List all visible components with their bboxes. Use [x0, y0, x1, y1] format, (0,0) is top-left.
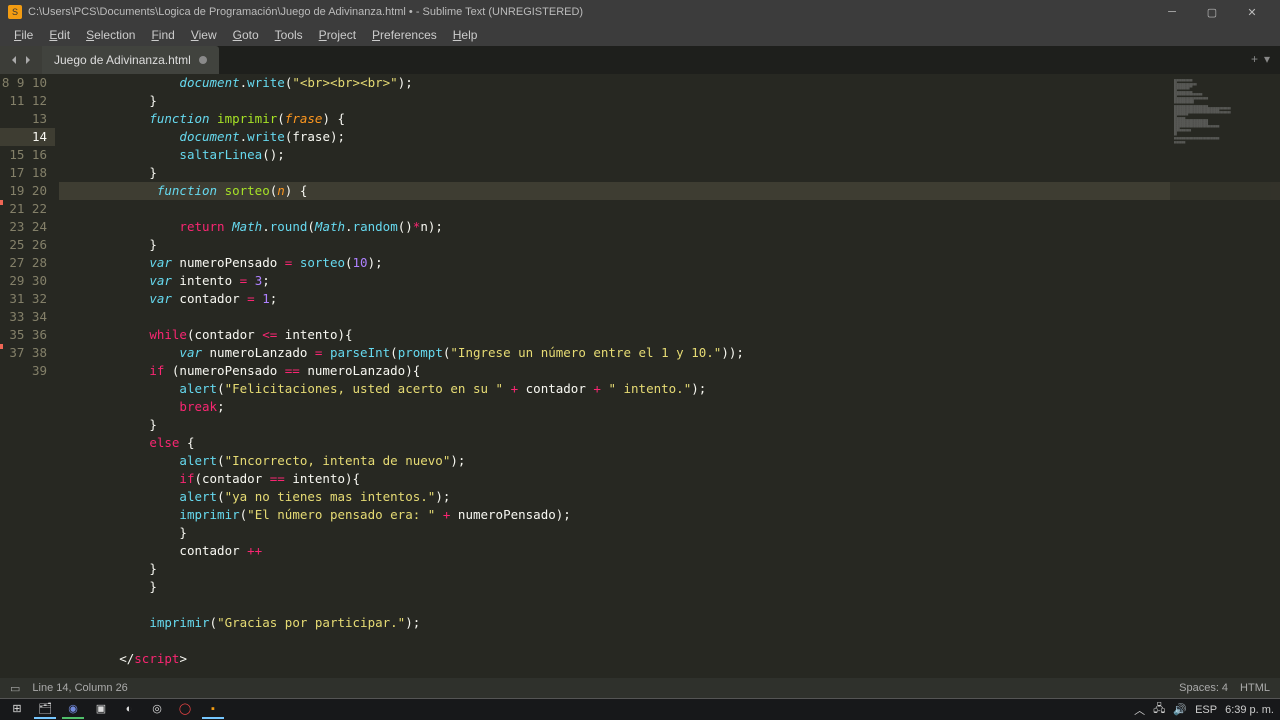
- window-title: C:\Users\PCS\Documents\Logica de Program…: [28, 6, 1152, 18]
- status-bar: ▭ Line 14, Column 26 Spaces: 4 HTML: [0, 678, 1280, 698]
- panel-switcher-icon[interactable]: ▭: [10, 682, 20, 695]
- status-cursor: Line 14, Column 26: [32, 682, 127, 694]
- menu-preferences[interactable]: Preferences: [364, 26, 445, 44]
- new-tab-button[interactable]: +: [1251, 52, 1258, 66]
- menu-file[interactable]: File: [6, 26, 41, 44]
- tray-chevron-icon[interactable]: ︿: [1134, 702, 1145, 718]
- maximize-button[interactable]: ▢: [1192, 1, 1232, 23]
- lint-marker-icon: [0, 344, 3, 349]
- task-app1[interactable]: ▣: [90, 701, 112, 719]
- lint-marker-icon: [0, 200, 3, 205]
- task-file-explorer[interactable]: 🗂: [34, 701, 56, 719]
- minimap[interactable]: █████████████ ██ ████████████████ ██████…: [1170, 74, 1280, 678]
- close-button[interactable]: ✕: [1232, 1, 1272, 23]
- code-editor[interactable]: document.write("<br><br><br>"); } functi…: [55, 74, 1280, 678]
- tab-title: Juego de Adivinanza.html: [54, 53, 191, 67]
- status-syntax[interactable]: HTML: [1240, 682, 1270, 694]
- menu-project[interactable]: Project: [311, 26, 364, 44]
- tray-clock[interactable]: 6:39 p. m.: [1225, 704, 1274, 716]
- task-opera[interactable]: ◯: [174, 701, 196, 719]
- app-icon: S: [8, 5, 22, 19]
- status-indent[interactable]: Spaces: 4: [1179, 682, 1228, 694]
- menu-selection[interactable]: Selection: [78, 26, 143, 44]
- menu-find[interactable]: Find: [143, 26, 182, 44]
- unsaved-dot-icon: [199, 56, 207, 64]
- title-bar: S C:\Users\PCS\Documents\Logica de Progr…: [0, 0, 1280, 24]
- task-discord[interactable]: ◉: [62, 701, 84, 719]
- tray-language[interactable]: ESP: [1195, 704, 1217, 716]
- menu-bar: FileEditSelectionFindViewGotoToolsProjec…: [0, 24, 1280, 46]
- tab-menu-button[interactable]: ▾: [1264, 52, 1270, 66]
- line-number-gutter[interactable]: 8 9 10 11 12 13 14 15 16 17 18 19 20 21 …: [0, 74, 55, 678]
- tab-history-nav[interactable]: [0, 46, 42, 74]
- task-sublime[interactable]: ▪: [202, 701, 224, 719]
- menu-goto[interactable]: Goto: [225, 26, 267, 44]
- menu-help[interactable]: Help: [445, 26, 486, 44]
- start-button[interactable]: ⊞: [6, 701, 28, 719]
- task-chrome[interactable]: ◎: [146, 701, 168, 719]
- menu-view[interactable]: View: [183, 26, 225, 44]
- menu-tools[interactable]: Tools: [267, 26, 311, 44]
- editor-area[interactable]: 8 9 10 11 12 13 14 15 16 17 18 19 20 21 …: [0, 74, 1280, 678]
- minimize-button[interactable]: ─: [1152, 1, 1192, 23]
- windows-taskbar: ⊞ 🗂 ◉ ▣ ◐ ◎ ◯ ▪ ︿ 🖧 🔊 ESP 6:39 p. m.: [0, 698, 1280, 720]
- tab-bar: Juego de Adivinanza.html + ▾: [0, 46, 1280, 74]
- menu-edit[interactable]: Edit: [41, 26, 78, 44]
- tray-volume-icon[interactable]: 🔊: [1173, 703, 1187, 716]
- back-icon: [9, 55, 19, 65]
- forward-icon: [23, 55, 33, 65]
- tray-network-icon[interactable]: 🖧: [1153, 700, 1165, 719]
- tab-active[interactable]: Juego de Adivinanza.html: [42, 46, 219, 74]
- task-steam[interactable]: ◐: [118, 701, 140, 719]
